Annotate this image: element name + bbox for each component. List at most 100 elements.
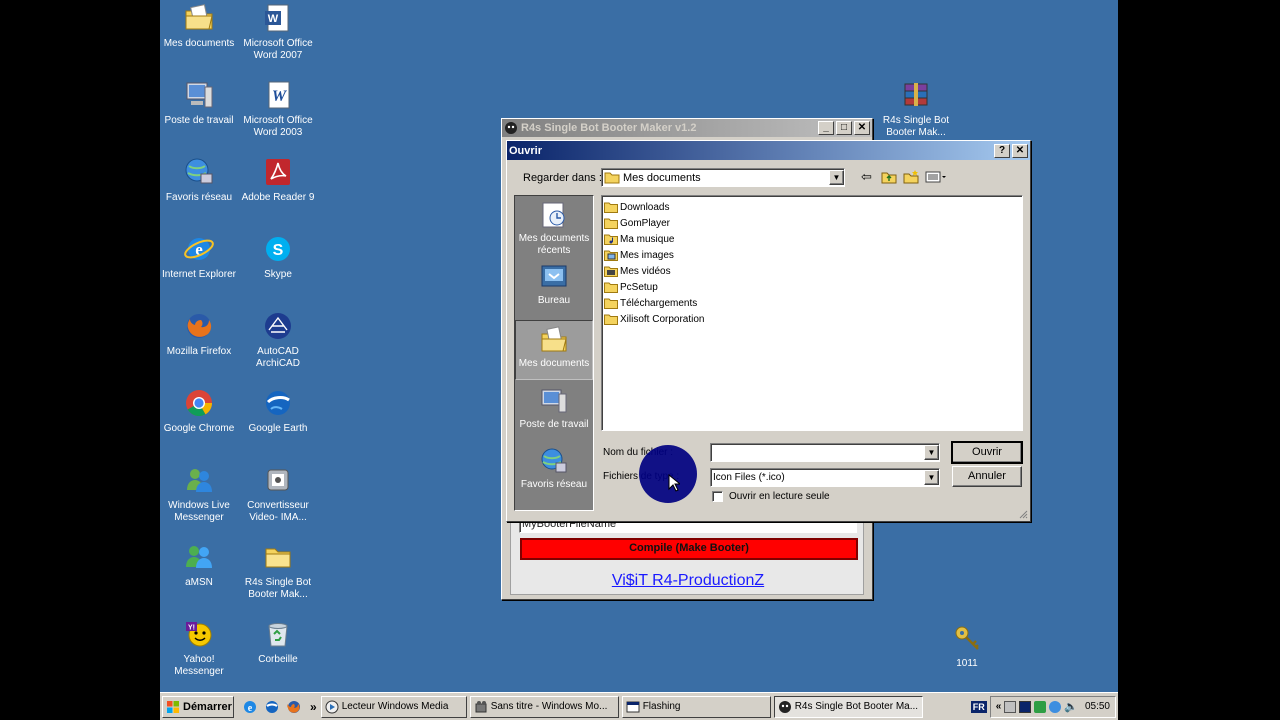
my-documents-icon (183, 2, 215, 34)
file-list-item[interactable]: GomPlayer (604, 215, 1020, 231)
desktop-icon-autocad[interactable]: AutoCAD ArchiCAD (238, 310, 318, 370)
maximize-button[interactable]: □ (836, 121, 852, 135)
desktop-icon-r4s-folder[interactable]: R4s Single Bot Booter Mak... (238, 541, 318, 601)
compile-button[interactable]: Compile (Make Booter) (520, 538, 858, 560)
app-window-titlebar[interactable]: R4s Single Bot Booter Maker v1.2 _ □ ✕ (502, 119, 872, 137)
back-icon[interactable]: ⇦ (861, 169, 872, 185)
tray-expand[interactable]: « (996, 701, 1002, 712)
clock[interactable]: 05:50 (1085, 701, 1110, 712)
open-dialog-titlebar[interactable]: Ouvrir ? ✕ (507, 141, 1030, 160)
folder-icon (604, 314, 618, 325)
file-list-item[interactable]: Xilisoft Corporation (604, 311, 1020, 327)
open-button[interactable]: Ouvrir (951, 441, 1023, 464)
readonly-checkbox[interactable] (712, 491, 723, 502)
visit-link[interactable]: Vi$iT R4-ProductionZ (511, 572, 865, 590)
places-my-computer[interactable]: Poste de travail (515, 386, 593, 431)
quicklaunch-ie-icon[interactable]: e (242, 699, 258, 715)
desktop-icon-yahoo-messenger[interactable]: Y! Yahoo! Messenger (160, 618, 239, 678)
places-label: Poste de travail (519, 419, 589, 430)
desktop-icon-chrome[interactable]: Google Chrome (160, 387, 239, 435)
task-movie-maker[interactable]: Sans titre - Windows Mo... (469, 695, 619, 718)
system-tray: « 🔈 05:50 (989, 695, 1116, 718)
desktop-icon-video-converter[interactable]: Convertisseur Video- IMA... (238, 464, 318, 524)
places-label: Favoris réseau (520, 479, 588, 490)
desktop-icon-label: aMSN (185, 577, 213, 588)
file-name: Ma musique (620, 233, 675, 245)
task-flashing[interactable]: Flashing (621, 695, 771, 718)
video-converter-icon (262, 464, 294, 496)
places-recent-documents[interactable]: Mes documents récents (515, 200, 593, 257)
my-computer-icon (539, 386, 569, 416)
places-network[interactable]: Favoris réseau (515, 446, 593, 491)
file-list[interactable]: Downloads GomPlayer Ma musique Mes images Me… (601, 195, 1023, 431)
desktop-icon-label: Mozilla Firefox (166, 346, 232, 357)
tray-network-icon[interactable] (1049, 700, 1062, 713)
svg-text:S: S (273, 242, 284, 259)
app-icon (504, 121, 518, 135)
tray-safely-remove-icon[interactable] (1004, 700, 1017, 713)
desktop-icon-adobe-reader[interactable]: Adobe Reader 9 (238, 156, 318, 204)
my-documents-icon (539, 325, 569, 355)
file-list-item[interactable]: Mes vidéos (604, 263, 1020, 279)
new-folder-icon[interactable] (903, 170, 919, 184)
open-dialog[interactable]: Ouvrir ? ✕ Regarder dans : Mes documents… (506, 140, 1031, 522)
view-menu-icon[interactable] (925, 170, 947, 184)
desktop-icon-keys[interactable]: 1011 (927, 622, 1007, 670)
amsn-icon (183, 541, 215, 573)
desktop-icon-firefox[interactable]: Mozilla Firefox (160, 310, 239, 358)
up-folder-icon[interactable] (881, 170, 897, 184)
close-button[interactable]: ✕ (854, 121, 870, 135)
desktop-icon-label: Windows Live Messenger (168, 500, 230, 523)
chevron-down-icon[interactable]: ▼ (829, 170, 844, 185)
tray-shield-icon[interactable] (1034, 700, 1047, 713)
file-list-item[interactable]: Téléchargements (604, 295, 1020, 311)
movie-maker-icon (474, 700, 488, 714)
desktop-icon-my-documents[interactable]: Mes documents (160, 2, 239, 50)
chevron-down-icon[interactable]: ▼ (924, 470, 939, 485)
quicklaunch-browser-icon[interactable] (264, 699, 280, 715)
quicklaunch-more[interactable]: » (310, 700, 317, 714)
readonly-label: Ouvrir en lecture seule (729, 491, 830, 502)
resize-grip-icon[interactable] (1018, 509, 1028, 519)
quicklaunch-firefox-icon[interactable] (286, 699, 302, 715)
desktop-icon-my-computer[interactable]: Poste de travail (160, 79, 239, 127)
help-button[interactable]: ? (994, 143, 1010, 158)
look-in-value: Mes documents (623, 171, 701, 184)
desktop-icon-network[interactable]: Favoris réseau (160, 156, 239, 204)
desktop-icon-amsn[interactable]: aMSN (160, 541, 239, 589)
videos-folder-icon (604, 266, 618, 277)
filename-input[interactable]: ▼ (710, 443, 940, 462)
places-desktop[interactable]: Bureau (515, 262, 593, 307)
internet-explorer-icon: e (183, 233, 215, 265)
file-list-item[interactable]: Mes images (604, 247, 1020, 263)
file-name: Mes images (620, 249, 674, 261)
file-list-item[interactable]: Downloads (604, 199, 1020, 215)
file-list-item[interactable]: PcSetup (604, 279, 1020, 295)
places-my-documents[interactable]: Mes documents (515, 320, 593, 380)
desktop-icon-recycle-bin[interactable]: Corbeille (238, 618, 318, 666)
desktop-icon-skype[interactable]: S Skype (238, 233, 318, 281)
start-button[interactable]: Démarrer (162, 695, 234, 718)
desktop-icon-r4s-winrar[interactable]: R4s Single Bot Booter Mak... (876, 79, 956, 139)
file-list-item[interactable]: Ma musique (604, 231, 1020, 247)
task-r4s-booter[interactable]: R4s Single Bot Booter Ma... (773, 695, 923, 718)
language-indicator[interactable]: FR (970, 700, 987, 713)
desktop-icon-word-2007[interactable]: W Microsoft Office Word 2007 (238, 2, 318, 62)
adobe-reader-icon (262, 156, 294, 188)
task-media-player[interactable]: Lecteur Windows Media (320, 695, 467, 718)
minimize-button[interactable]: _ (818, 121, 834, 135)
windows-logo-icon (166, 700, 180, 714)
tray-volume-icon[interactable]: 🔈 (1064, 700, 1078, 713)
desktop-icon-word-2003[interactable]: W Microsoft Office Word 2003 (238, 79, 318, 139)
desktop-icon-windows-live-messenger[interactable]: Windows Live Messenger (160, 464, 239, 524)
desktop-icon-google-earth[interactable]: Google Earth (238, 387, 318, 435)
tray-keyboard-icon[interactable] (1019, 700, 1032, 713)
filetype-select[interactable]: Icon Files (*.ico) ▼ (710, 468, 940, 487)
desktop-icon-label: Google Chrome (163, 423, 235, 434)
close-button[interactable]: ✕ (1012, 143, 1028, 158)
folder-icon (604, 218, 618, 229)
look-in-select[interactable]: Mes documents ▼ (601, 168, 845, 187)
chevron-down-icon[interactable]: ▼ (924, 445, 939, 460)
cancel-button[interactable]: Annuler (952, 466, 1022, 487)
desktop-icon-internet-explorer[interactable]: e Internet Explorer (160, 233, 239, 281)
